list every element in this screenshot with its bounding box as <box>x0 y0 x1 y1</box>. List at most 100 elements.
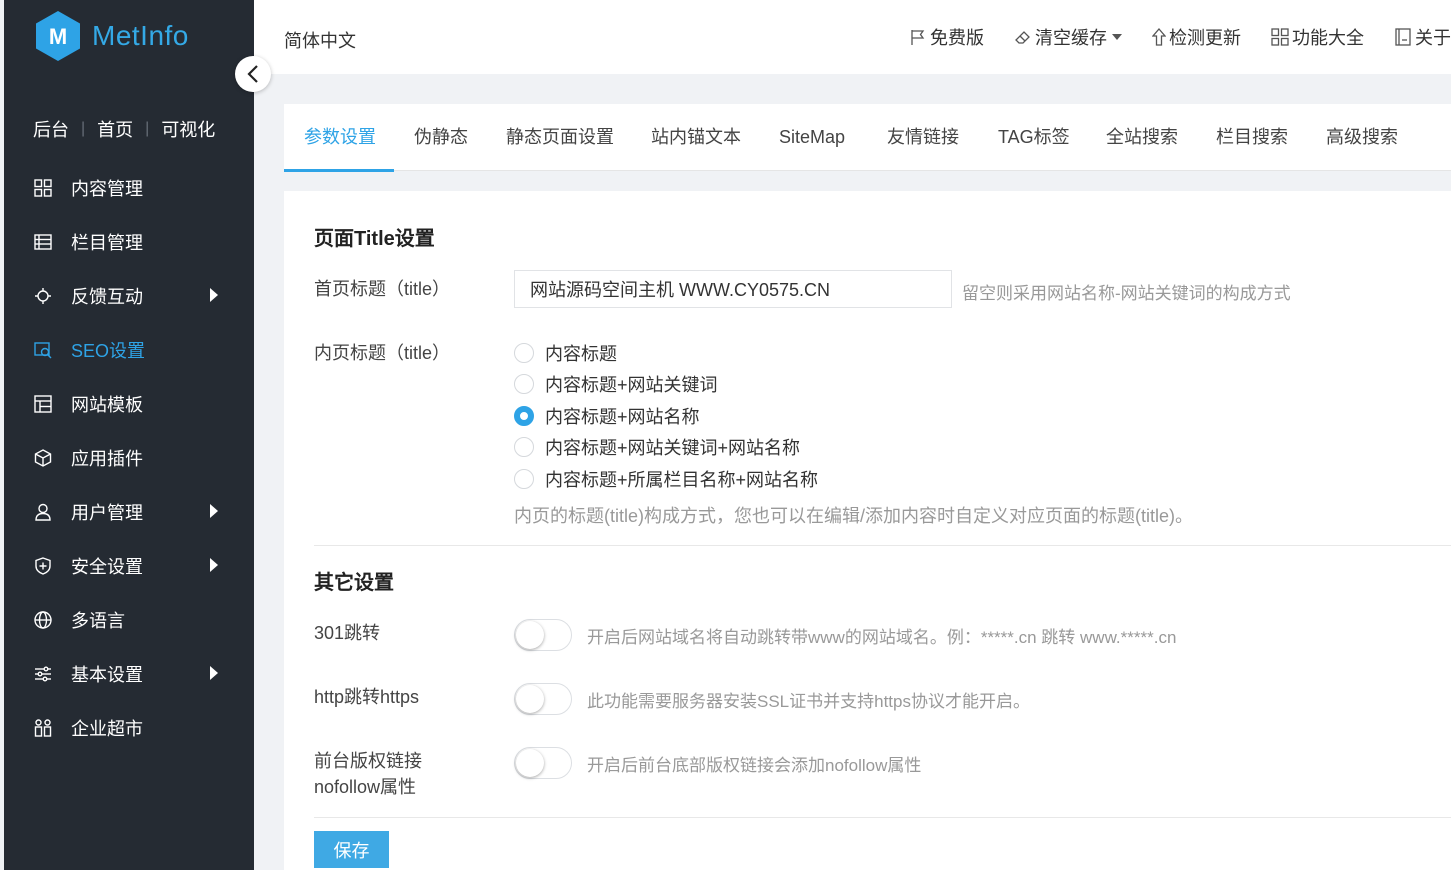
sidebar-collapse-button[interactable] <box>235 56 271 92</box>
grid-icon <box>34 179 52 197</box>
radio-button-checked[interactable] <box>514 406 534 426</box>
link-home[interactable]: 首页 <box>97 116 133 142</box>
sidebar-nav: 内容管理 栏目管理 反馈互动 SEO设置 网站模板 应用插件 用户管理 安全设置… <box>4 161 254 755</box>
https-redirect-hint: 此功能需要服务器安装SSL证书并支持https协议才能开启。 <box>587 692 1030 711</box>
home-title-hint: 留空则采用网站名称-网站关键词的构成方式 <box>962 284 1291 303</box>
sidebar-item-seo[interactable]: SEO设置 <box>4 323 254 377</box>
sidebar: M MetInfo 后台 | 首页 | 可视化 内容管理 栏目管理 反馈互动 S… <box>4 0 254 870</box>
tab-sitemap[interactable]: SiteMap <box>779 104 845 171</box>
link-visual[interactable]: 可视化 <box>161 116 215 142</box>
inner-title-label: 内页标题（title） <box>314 343 451 363</box>
radio-label: 内容标题+所属栏目名称+网站名称 <box>545 470 819 490</box>
tab-site-search[interactable]: 全站搜索 <box>1106 104 1178 171</box>
radio-button[interactable] <box>514 374 534 394</box>
shield-icon <box>34 557 52 575</box>
market-icon <box>34 719 52 737</box>
nofollow-label: 前台版权链接 nofollow属性 <box>314 748 422 800</box>
seo-icon <box>34 341 52 359</box>
sidebar-item-label: 基本设置 <box>71 665 143 685</box>
toggle-knob <box>516 685 544 713</box>
header-link-label: 关于 <box>1415 28 1451 48</box>
brand-name: MetInfo <box>92 20 189 51</box>
https-redirect-toggle[interactable] <box>514 683 572 715</box>
tab-friend-links[interactable]: 友情链接 <box>887 104 959 171</box>
sidebar-item-security[interactable]: 安全设置 <box>4 539 254 593</box>
radio-button[interactable] <box>514 469 534 489</box>
svg-text:M: M <box>49 24 67 49</box>
header-links: 免费版 清空缓存 检测更新 功能大全 关于 <box>879 24 1451 50</box>
redirect-301-toggle[interactable] <box>514 619 572 651</box>
radio-label: 内容标题+网站关键词 <box>545 375 718 395</box>
clear-cache-dropdown[interactable]: 清空缓存 <box>1014 24 1122 50</box>
inner-title-hint: 内页的标题(title)构成方式，您也可以在编辑/添加内容时自定义对应页面的标题… <box>514 506 1193 526</box>
apps-icon <box>1271 28 1289 46</box>
redirect-301-hint: 开启后网站域名将自动跳转带www的网站域名。例：*****.cn 跳转 www.… <box>587 628 1177 647</box>
divider: | <box>81 120 86 137</box>
sidebar-item-users[interactable]: 用户管理 <box>4 485 254 539</box>
sliders-icon <box>34 665 52 683</box>
header-link-label: 检测更新 <box>1169 28 1241 48</box>
sidebar-item-language[interactable]: 多语言 <box>4 593 254 647</box>
divider <box>314 545 1451 546</box>
tab-static-pages[interactable]: 静态页面设置 <box>506 104 614 171</box>
sidebar-item-columns[interactable]: 栏目管理 <box>4 215 254 269</box>
sidebar-item-label: 网站模板 <box>71 395 143 415</box>
tab-params[interactable]: 参数设置 <box>304 104 376 171</box>
home-title-label: 首页标题（title） <box>314 279 451 299</box>
nofollow-toggle[interactable] <box>514 747 572 779</box>
seo-tabs: 参数设置 伪静态 静态页面设置 站内锚文本 SiteMap 友情链接 TAG标签… <box>284 104 1451 172</box>
radio-option-content-title[interactable]: 内容标题 <box>514 340 617 366</box>
tab-anchor-text[interactable]: 站内锚文本 <box>651 104 741 171</box>
sidebar-item-label: 内容管理 <box>71 179 143 199</box>
save-button[interactable]: 保存 <box>314 831 389 868</box>
top-header: 简体中文 免费版 清空缓存 检测更新 功能大全 关于 <box>254 0 1451 74</box>
sidebar-item-template[interactable]: 网站模板 <box>4 377 254 431</box>
link-backend[interactable]: 后台 <box>33 116 69 142</box>
nofollow-hint: 开启后前台底部版权链接会添加nofollow属性 <box>587 756 922 775</box>
header-link-label: 功能大全 <box>1292 28 1364 48</box>
sidebar-item-label: 栏目管理 <box>71 233 143 253</box>
sidebar-item-label: 企业超市 <box>71 719 143 739</box>
chevron-right-icon <box>210 288 218 302</box>
tab-advanced-search[interactable]: 高级搜索 <box>1326 104 1398 171</box>
logo[interactable]: M MetInfo <box>34 10 189 62</box>
all-features-link[interactable]: 功能大全 <box>1271 24 1364 50</box>
sidebar-item-label: 应用插件 <box>71 449 143 469</box>
sidebar-item-label: 用户管理 <box>71 503 143 523</box>
sidebar-item-market[interactable]: 企业超市 <box>4 701 254 755</box>
sidebar-item-basic-settings[interactable]: 基本设置 <box>4 647 254 701</box>
sidebar-top-links: 后台 | 首页 | 可视化 <box>33 116 215 142</box>
radio-option-title-sitename[interactable]: 内容标题+网站名称 <box>514 403 700 429</box>
radio-button[interactable] <box>514 437 534 457</box>
radio-option-title-column-sitename[interactable]: 内容标题+所属栏目名称+网站名称 <box>514 466 818 492</box>
language-selector[interactable]: 简体中文 <box>284 27 356 53</box>
header-link-label: 清空缓存 <box>1035 28 1107 48</box>
check-update-link[interactable]: 检测更新 <box>1152 24 1241 50</box>
sidebar-item-feedback[interactable]: 反馈互动 <box>4 269 254 323</box>
radio-option-title-keywords[interactable]: 内容标题+网站关键词 <box>514 371 718 397</box>
tab-column-search[interactable]: 栏目搜索 <box>1216 104 1288 171</box>
radio-label: 内容标题+网站关键词+网站名称 <box>545 438 801 458</box>
toggle-knob <box>516 749 544 777</box>
sidebar-item-plugins[interactable]: 应用插件 <box>4 431 254 485</box>
list-icon <box>34 233 52 251</box>
home-title-input[interactable] <box>514 270 952 308</box>
sidebar-item-content[interactable]: 内容管理 <box>4 161 254 215</box>
free-version-link[interactable]: 免费版 <box>909 24 984 50</box>
radio-option-title-keywords-sitename[interactable]: 内容标题+网站关键词+网站名称 <box>514 434 800 460</box>
section-title-page-title: 页面Title设置 <box>314 228 435 250</box>
feedback-icon <box>34 287 52 305</box>
globe-icon <box>34 611 52 629</box>
sidebar-item-label: SEO设置 <box>71 341 146 361</box>
chevron-left-icon <box>247 65 258 83</box>
tab-pseudo-static[interactable]: 伪静态 <box>414 104 468 171</box>
arrow-up-icon <box>1152 28 1166 46</box>
radio-button[interactable] <box>514 343 534 363</box>
radio-label: 内容标题 <box>545 344 617 364</box>
tab-tag[interactable]: TAG标签 <box>998 104 1070 171</box>
https-redirect-label: http跳转https <box>314 687 420 707</box>
header-link-label: 免费版 <box>930 28 984 48</box>
about-link[interactable]: 关于 <box>1394 24 1451 50</box>
chevron-right-icon <box>210 558 218 572</box>
redirect-301-label: 301跳转 <box>314 623 381 643</box>
